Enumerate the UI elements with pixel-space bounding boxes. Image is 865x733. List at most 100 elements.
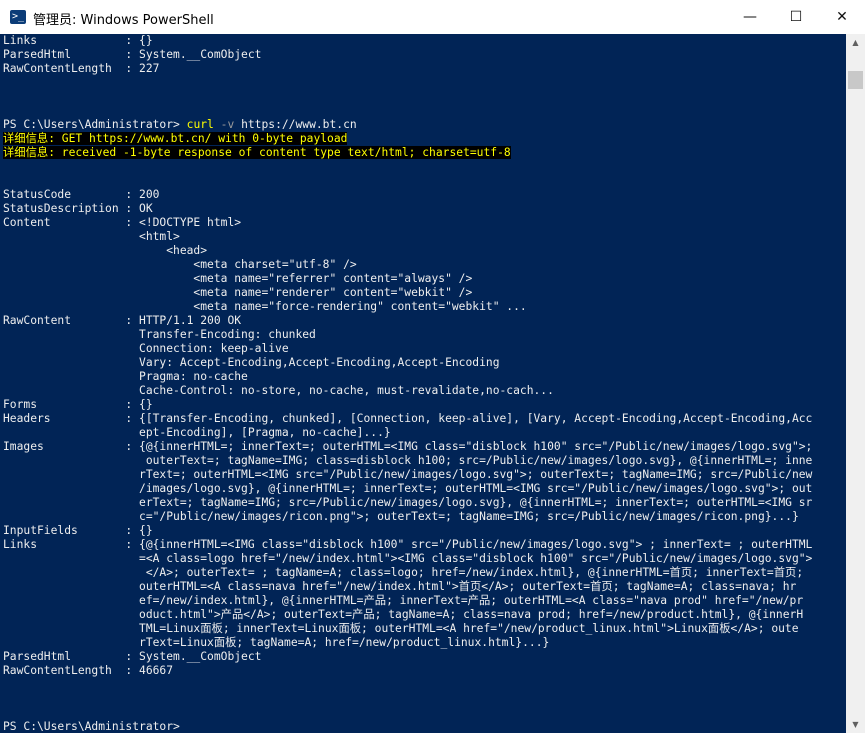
output-line: <meta name="referrer" content="always" /…: [3, 272, 812, 286]
close-button[interactable]: ✕: [819, 0, 865, 34]
line-text: <html>: [3, 230, 180, 243]
line-text: <head>: [3, 244, 208, 257]
line-text: rText=; outerHTML=<IMG src="/Public/new/…: [3, 468, 813, 481]
console-lines: Links : {} ParsedHtml : System.__ComObjec…: [3, 34, 812, 733]
output-line: StatusDescription : OK: [3, 202, 812, 216]
line-text: Headers : {[Transfer-Encoding, chunked],…: [3, 412, 813, 425]
line-text: Content : <!DOCTYPE html>: [3, 216, 242, 229]
output-line: StatusCode : 200: [3, 188, 812, 202]
output-line: /images/logo.svg}, @{innerHTML=; innerTe…: [3, 482, 812, 496]
line-text: outerHTML=<A class=nava href="/new/index…: [3, 580, 797, 593]
line-text: <meta name="referrer" content="always" /…: [3, 272, 473, 285]
line-text: Connection: keep-alive: [3, 342, 289, 355]
powershell-icon[interactable]: >_: [10, 10, 26, 24]
output-line: TML=Linux面板; innerText=Linux面板; outerHTM…: [3, 622, 812, 636]
output-line: outerHTML=<A class=nava href="/new/index…: [3, 580, 812, 594]
output-line: Forms : {}: [3, 398, 812, 412]
command-arg: https://www.bt.cn: [234, 118, 357, 131]
line-text: Links : {}: [3, 34, 153, 47]
output-line: oduct.html">产品</A>; outerText=产品; tagNam…: [3, 608, 812, 622]
output-line: ParsedHtml : System.__ComObject: [3, 48, 812, 62]
output-line: outerText=; tagName=IMG; class=disblock …: [3, 454, 813, 468]
output-line: <head>: [3, 244, 812, 258]
maximize-button[interactable]: ☐: [773, 0, 819, 34]
output-line: Images : {@{innerHTML=; innerText=; oute…: [3, 440, 812, 454]
line-text: RawContent : HTTP/1.1 200 OK: [3, 314, 242, 327]
line-text: outerText=; tagName=IMG; class=disblock …: [3, 454, 813, 467]
output-line: ept-Encoding], [Pragma, no-cache]...}: [3, 426, 812, 440]
line-text: Images : {@{innerHTML=; innerText=; oute…: [3, 440, 813, 453]
output-line: erText=; tagName=IMG; src=/Public/new/im…: [3, 496, 812, 510]
console-output[interactable]: Links : {} ParsedHtml : System.__ComObjec…: [0, 34, 846, 733]
title-bar: >_ 管理员: Windows PowerShell — ☐ ✕: [0, 0, 865, 34]
output-line: c="/Public/new/images/ricon.png">; outer…: [3, 510, 812, 524]
line-text: Links : {@{innerHTML=<IMG class="disbloc…: [3, 538, 813, 551]
output-line: Cache-Control: no-store, no-cache, must-…: [3, 384, 812, 398]
line-text: rText=Linux面板; tagName=A; href=/new/prod…: [3, 636, 550, 649]
line-text: /images/logo.svg}, @{innerHTML=; innerTe…: [3, 482, 813, 495]
command-flag: -v: [213, 118, 235, 131]
output-line: </A>; outerText= ; tagName=A; class=logo…: [3, 566, 812, 580]
output-line: Connection: keep-alive: [3, 342, 812, 356]
line-text: erText=; tagName=IMG; src=/Public/new/im…: [3, 496, 813, 509]
scroll-down-arrow-icon[interactable]: ▼: [846, 716, 865, 733]
line-text: 详细信息: received -1-byte response of conte…: [3, 146, 511, 159]
line-text: =<A class=logo href="/new/index.html"><I…: [3, 552, 813, 565]
window-title: 管理员: Windows PowerShell: [33, 13, 214, 28]
line-text: oduct.html">产品</A>; outerText=产品; tagNam…: [3, 608, 804, 621]
command-name: curl: [186, 118, 214, 131]
output-line: <meta charset="utf-8" />: [3, 258, 812, 272]
output-line: ParsedHtml : System.__ComObject: [3, 650, 812, 664]
line-text: ParsedHtml : System.__ComObject: [3, 650, 262, 663]
output-line: =<A class=logo href="/new/index.html"><I…: [3, 552, 812, 566]
line-text: Forms : {}: [3, 398, 153, 411]
line-text: StatusCode : 200: [3, 188, 160, 201]
output-line: RawContent : HTTP/1.1 200 OK: [3, 314, 812, 328]
line-text: </A>; outerText= ; tagName=A; class=logo…: [3, 566, 804, 579]
output-line: RawContentLength : 46667: [3, 664, 812, 678]
line-text: PS C:\Users\Administrator>: [3, 720, 187, 733]
line-text: Transfer-Encoding: chunked: [3, 328, 316, 341]
output-line: <html>: [3, 230, 812, 244]
output-line: Headers : {[Transfer-Encoding, chunked],…: [3, 412, 812, 426]
output-line: rText=Linux面板; tagName=A; href=/new/prod…: [3, 636, 812, 650]
line-text: Pragma: no-cache: [3, 370, 248, 383]
output-line: Vary: Accept-Encoding,Accept-Encoding,Ac…: [3, 356, 812, 370]
vertical-scrollbar[interactable]: ▲ ▼: [846, 34, 865, 733]
line-text: c="/Public/new/images/ricon.png">; outer…: [3, 510, 799, 523]
line-text: RawContentLength : 227: [3, 62, 160, 75]
line-text: StatusDescription : OK: [3, 202, 153, 215]
output-line: Content : <!DOCTYPE html>: [3, 216, 812, 230]
output-line: rText=; outerHTML=<IMG src="/Public/new/…: [3, 468, 812, 482]
verbose-line: 详细信息: received -1-byte response of conte…: [3, 146, 812, 160]
verbose-line: 详细信息: GET https://www.bt.cn/ with 0-byte…: [3, 132, 812, 146]
line-text: <meta charset="utf-8" />: [3, 258, 357, 271]
line-text: <meta name="force-rendering" content="we…: [3, 300, 527, 313]
line-text: ept-Encoding], [Pragma, no-cache]...}: [3, 426, 391, 439]
output-line: <meta name="force-rendering" content="we…: [3, 300, 812, 314]
line-text: Cache-Control: no-store, no-cache, must-…: [3, 384, 554, 397]
scroll-up-arrow-icon[interactable]: ▲: [846, 34, 865, 51]
line-text: RawContentLength : 46667: [3, 664, 174, 677]
line-text: ef=/new/index.html}, @{innerHTML=产品; inn…: [3, 594, 804, 607]
prompt-text: PS C:\Users\Administrator>: [3, 118, 187, 131]
output-line: <meta name="renderer" content="webkit" /…: [3, 286, 812, 300]
line-text: <meta name="renderer" content="webkit" /…: [3, 286, 473, 299]
line-text: 详细信息: GET https://www.bt.cn/ with 0-byte…: [3, 132, 348, 145]
line-text: ParsedHtml : System.__ComObject: [3, 48, 262, 61]
command-line: PS C:\Users\Administrator> curl -v https…: [3, 118, 812, 132]
line-text: Vary: Accept-Encoding,Accept-Encoding,Ac…: [3, 356, 500, 369]
scrollbar-thumb[interactable]: [848, 71, 863, 89]
output-line: ef=/new/index.html}, @{innerHTML=产品; inn…: [3, 594, 812, 608]
minimize-button[interactable]: —: [727, 0, 773, 34]
prompt-line: PS C:\Users\Administrator>: [3, 720, 812, 733]
output-line: RawContentLength : 227: [3, 62, 812, 76]
